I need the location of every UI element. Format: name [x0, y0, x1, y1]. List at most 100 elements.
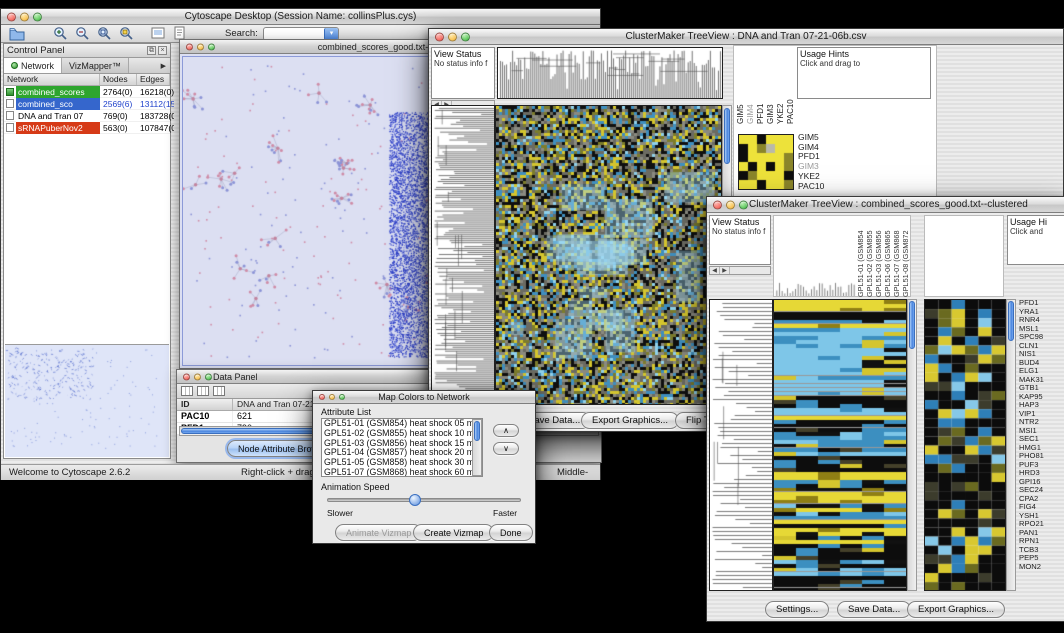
heatmap-vscrollbar[interactable]: [907, 299, 917, 591]
close-panel-icon[interactable]: ×: [158, 46, 167, 55]
attribute-list-item[interactable]: GPL51-07 (GSM868) heat shock 60 min: [322, 468, 482, 477]
zoom-window-icon[interactable]: [461, 32, 470, 41]
close-icon[interactable]: [435, 32, 444, 41]
summary-heatmap-canvas[interactable]: [739, 135, 793, 189]
row-dendrogram[interactable]: [709, 299, 773, 591]
header-nodes[interactable]: Nodes: [100, 74, 137, 85]
zoom-selected-icon[interactable]: [119, 26, 135, 42]
column-dendrogram-canvas[interactable]: [774, 216, 856, 296]
usage-hints-panel: Usage Hints Click and drag to: [797, 47, 931, 99]
tab-overflow-icon[interactable]: ▶: [157, 62, 170, 70]
create-attribute-icon[interactable]: [197, 386, 209, 396]
secondary-heatmap[interactable]: [924, 299, 1006, 591]
animation-speed-slider[interactable]: [327, 498, 521, 502]
network-list-row[interactable]: combined_sco2569(6)13112(15): [4, 98, 170, 110]
header-id[interactable]: ID: [177, 399, 233, 410]
column-dendrogram[interactable]: [497, 47, 723, 99]
heatmap-canvas[interactable]: [774, 300, 906, 590]
done-button[interactable]: Done: [489, 524, 533, 541]
close-icon[interactable]: [183, 373, 190, 380]
close-icon[interactable]: [713, 200, 722, 209]
tab-vizmapper[interactable]: VizMapper™: [62, 58, 129, 73]
scroll-right-icon[interactable]: ▶: [720, 267, 730, 274]
move-down-button[interactable]: ∨: [493, 442, 519, 455]
snapshot-icon[interactable]: [151, 26, 167, 42]
secondary-heatmap-canvas[interactable]: [925, 300, 1005, 590]
network-document-icon: [6, 111, 14, 120]
tv1-col-labels: GIM5GIM4PFD1GIM3YKE2PAC10: [736, 48, 796, 124]
main-titlebar[interactable]: Cytoscape Desktop (Session Name: collins…: [1, 9, 600, 25]
header-network[interactable]: Network: [4, 74, 100, 85]
attribute-list-scrollbar[interactable]: [472, 419, 482, 476]
network-list-row[interactable]: combined_scores2764(0)16218(0): [4, 86, 170, 98]
scroll-thumb[interactable]: [724, 108, 730, 164]
row-dendrogram-canvas[interactable]: [710, 300, 772, 590]
usage-hints-text: Click and: [1010, 227, 1062, 236]
network-edges: 183728(0): [137, 111, 174, 121]
open-session-icon[interactable]: [9, 26, 25, 42]
zoom-fit-icon[interactable]: [97, 26, 113, 42]
btn-export-graphics[interactable]: Export Graphics...: [907, 601, 1005, 618]
row-dendrogram[interactable]: [431, 105, 495, 405]
network-edges: 107847(0): [137, 123, 174, 133]
btn-export-graphics[interactable]: Export Graphics...: [581, 412, 679, 429]
heatmap[interactable]: [495, 105, 722, 405]
create-vizmap-button[interactable]: Create Vizmap: [413, 524, 494, 541]
row-dendrogram-canvas[interactable]: [432, 106, 494, 404]
zoom-window-icon[interactable]: [208, 43, 215, 50]
secondary-vscrollbar[interactable]: [1006, 299, 1016, 591]
zoom-window-icon[interactable]: [339, 394, 345, 400]
minimize-icon[interactable]: [448, 32, 457, 41]
zoom-window-icon[interactable]: [205, 373, 212, 380]
zoom-window-icon[interactable]: [33, 12, 42, 21]
network-name: combined_sco: [16, 98, 100, 110]
btn-settings[interactable]: Settings...: [765, 601, 829, 618]
network-name: DNA and Tran 07: [16, 110, 100, 122]
zoom-in-icon[interactable]: [53, 26, 69, 42]
close-icon[interactable]: [319, 394, 325, 400]
minimize-icon[interactable]: [20, 12, 29, 21]
slider-thumb[interactable]: [409, 494, 421, 506]
close-icon[interactable]: [7, 12, 16, 21]
column-dendrogram-canvas[interactable]: [498, 48, 722, 98]
column-label: GPL51-07 (GSM868: [892, 217, 901, 297]
network-list-row[interactable]: sRNAPuberNov2563(0)107847(0): [4, 122, 170, 134]
move-up-button[interactable]: ∧: [493, 424, 519, 437]
desktop-background: Cytoscape Desktop (Session Name: collins…: [0, 0, 1064, 633]
attribute-matrix-icon[interactable]: [213, 386, 225, 396]
scroll-thumb[interactable]: [909, 301, 915, 349]
btn-save-data[interactable]: Save Data...: [837, 601, 911, 618]
close-icon[interactable]: [186, 43, 193, 50]
minimize-icon[interactable]: [197, 43, 204, 50]
minimize-icon[interactable]: [329, 394, 335, 400]
column-label: GIM4: [746, 48, 756, 124]
minimize-icon[interactable]: [726, 200, 735, 209]
scroll-thumb[interactable]: [1008, 301, 1014, 341]
network-overview[interactable]: [5, 344, 169, 457]
float-panel-icon[interactable]: ⧉: [147, 46, 156, 55]
scroll-left-icon[interactable]: ◀: [710, 267, 720, 274]
view-status-scrollbar[interactable]: ◀ ▶: [709, 266, 771, 275]
dialog-titlebar[interactable]: Map Colors to Network: [313, 391, 535, 404]
status-welcome: Welcome to Cytoscape 2.6.2: [9, 467, 130, 478]
network-name: combined_scores: [16, 86, 100, 98]
network-list-row[interactable]: DNA and Tran 07769(0)183728(0): [4, 110, 170, 122]
attribute-list[interactable]: GPL51-01 (GSM854) heat shock 05 minGPL51…: [321, 418, 483, 477]
zoom-out-icon[interactable]: [75, 26, 91, 42]
network-overview-canvas[interactable]: [5, 345, 167, 456]
scroll-thumb[interactable]: [474, 421, 480, 441]
summary-heatmap[interactable]: [738, 134, 794, 190]
heatmap[interactable]: [773, 299, 907, 591]
minimize-icon[interactable]: [194, 373, 201, 380]
data-panel-controls: [183, 373, 212, 380]
gene-label: MON2: [1019, 563, 1064, 572]
header-edges[interactable]: Edges: [137, 74, 170, 85]
zoom-window-icon[interactable]: [739, 200, 748, 209]
select-attributes-icon[interactable]: [181, 386, 193, 396]
network-table-header: Network Nodes Edges: [4, 74, 170, 86]
heatmap-canvas[interactable]: [496, 106, 721, 404]
tab-network[interactable]: Network: [4, 58, 62, 73]
treeview-combined-titlebar[interactable]: ClusterMaker TreeView : combined_scores_…: [707, 197, 1064, 213]
treeview-dna-titlebar[interactable]: ClusterMaker TreeView : DNA and Tran 07-…: [429, 29, 1063, 45]
treeview-combined-title: ClusterMaker TreeView : combined_scores_…: [749, 199, 1028, 210]
